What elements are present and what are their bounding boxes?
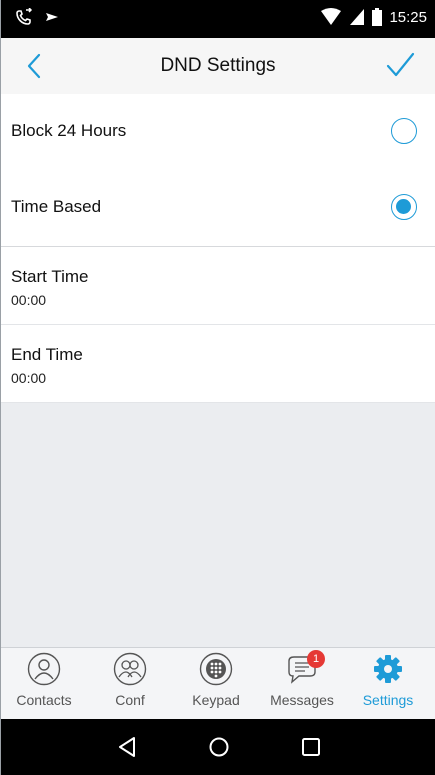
end-time-row[interactable]: End Time 00:00 xyxy=(1,325,435,403)
nav-label-conf: Conf xyxy=(115,692,145,708)
radio-button-time-based[interactable] xyxy=(391,194,417,220)
option-label: Time Based xyxy=(11,197,102,216)
status-bar: 15:25 xyxy=(1,0,435,38)
start-time-label: Start Time xyxy=(11,267,89,286)
status-time: 15:25 xyxy=(389,8,427,26)
start-time-row[interactable]: Start Time 00:00 xyxy=(1,247,435,325)
call-forward-icon xyxy=(16,8,33,25)
nav-label-contacts: Contacts xyxy=(16,692,72,708)
contact-icon xyxy=(27,652,61,686)
app-header: DND Settings xyxy=(1,38,435,95)
signal-icon xyxy=(350,9,365,25)
conference-icon xyxy=(113,652,147,686)
screen: 15:25 DND Settings Block 24 Hours Time B… xyxy=(0,0,435,775)
option-label: Block 24 Hours xyxy=(11,121,127,140)
page-title: DND Settings xyxy=(160,55,276,76)
keypad-icon xyxy=(199,652,233,686)
nav-item-keypad[interactable]: Keypad xyxy=(173,652,259,718)
nav-label-keypad: Keypad xyxy=(192,692,240,708)
radio-button-block-24-hours[interactable] xyxy=(391,118,417,144)
nav-item-settings[interactable]: Settings xyxy=(345,652,431,718)
system-nav-bar xyxy=(1,719,435,775)
nav-label-settings: Settings xyxy=(362,692,414,708)
recents-square-icon[interactable] xyxy=(297,733,325,761)
end-time-value: 00:00 xyxy=(11,370,47,386)
start-time-value: 00:00 xyxy=(11,292,47,308)
wifi-icon xyxy=(321,8,342,25)
nav-label-messages: Messages xyxy=(270,692,334,708)
unread-badge: 1 xyxy=(307,650,325,668)
option-time-based[interactable]: Time Based xyxy=(1,170,435,246)
checkmark-icon xyxy=(386,52,415,77)
nav-item-contacts[interactable]: Contacts xyxy=(1,652,87,718)
option-block-24-hours[interactable]: Block 24 Hours xyxy=(1,94,435,170)
end-time-label: End Time xyxy=(11,345,83,364)
home-circle-icon[interactable] xyxy=(205,733,233,761)
bottom-nav: Contacts Conf Keypad 1 Messages Settings xyxy=(1,647,435,720)
send-icon xyxy=(46,13,58,21)
nav-item-conf[interactable]: Conf xyxy=(87,652,173,718)
dnd-settings-list: Block 24 Hours Time Based Start Time 00:… xyxy=(1,94,435,403)
battery-icon xyxy=(372,8,383,26)
nav-item-messages[interactable]: 1 Messages xyxy=(259,650,345,718)
confirm-button[interactable] xyxy=(385,50,425,82)
back-triangle-icon[interactable] xyxy=(113,733,141,761)
gear-icon xyxy=(374,655,402,683)
